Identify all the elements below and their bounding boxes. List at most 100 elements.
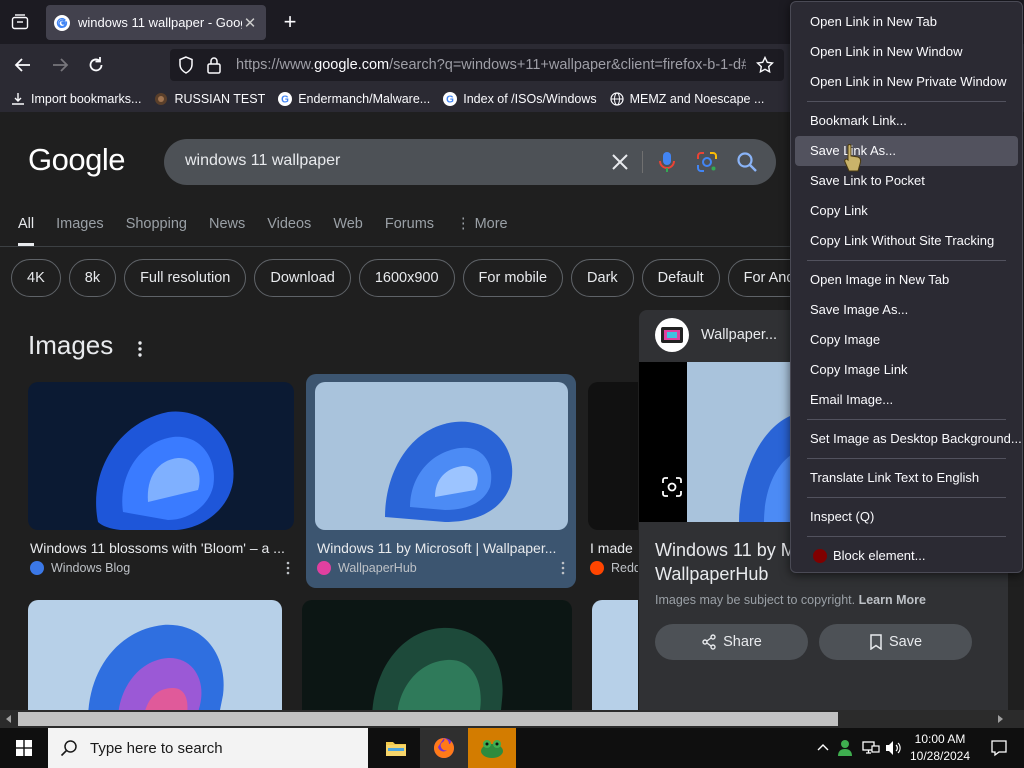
result-thumbnail[interactable] xyxy=(28,382,294,530)
lens-search-icon[interactable] xyxy=(661,476,683,498)
reload-icon[interactable] xyxy=(83,52,109,78)
lock-icon[interactable] xyxy=(206,56,222,74)
menu-open-link-new-window[interactable]: Open Link in New Window xyxy=(795,37,1018,67)
menu-email-image[interactable]: Email Image... xyxy=(795,385,1018,415)
learn-more-link[interactable]: Learn More xyxy=(859,593,926,607)
scroll-right-icon[interactable] xyxy=(994,713,1006,725)
result-thumbnail[interactable] xyxy=(302,600,572,710)
user-status-icon[interactable] xyxy=(836,738,854,758)
tab-web[interactable]: Web xyxy=(333,210,363,246)
bookmark-endermanch[interactable]: G Endermanch/Malware... xyxy=(277,91,430,107)
chip-dark[interactable]: Dark xyxy=(571,259,634,297)
menu-inspect[interactable]: Inspect (Q) xyxy=(795,502,1018,532)
menu-open-image-new-tab[interactable]: Open Image in New Tab xyxy=(795,265,1018,295)
more-vert-icon[interactable] xyxy=(284,561,292,575)
menu-translate-link-text[interactable]: Translate Link Text to English xyxy=(795,463,1018,493)
result-thumbnail[interactable] xyxy=(28,600,282,710)
image-result-card[interactable] xyxy=(28,600,282,710)
firefox-icon[interactable] xyxy=(420,728,468,768)
menu-block-element[interactable]: Block element... xyxy=(795,541,1018,571)
more-vert-icon[interactable] xyxy=(134,340,146,358)
forward-icon[interactable] xyxy=(47,52,73,78)
menu-save-link-as[interactable]: Save Link As... xyxy=(795,136,1018,166)
share-button[interactable]: Share xyxy=(655,624,808,660)
tab-more[interactable]: ⋮ More xyxy=(456,210,508,246)
clock[interactable]: 10:00 AM 10/28/2024 xyxy=(906,731,974,765)
horizontal-scrollbar[interactable] xyxy=(0,710,1024,728)
tab-close-icon[interactable]: ✕ xyxy=(242,14,258,32)
tab-forums[interactable]: Forums xyxy=(385,210,434,246)
menu-separator xyxy=(807,260,1006,261)
wallpaperhub-logo[interactable] xyxy=(655,318,689,352)
bookmark-russian-test[interactable]: RUSSIAN TEST xyxy=(153,91,265,107)
result-title[interactable]: Windows 11 blossoms with 'Bloom' – a ... xyxy=(30,540,294,556)
tab-all[interactable]: All xyxy=(18,210,35,246)
image-result-card[interactable]: Windows 11 blossoms with 'Bloom' – a ...… xyxy=(28,382,296,582)
game-app-icon[interactable] xyxy=(468,728,516,768)
bookmark-import[interactable]: Import bookmarks... xyxy=(10,91,141,107)
result-source[interactable]: Redd xyxy=(590,561,638,575)
menu-open-link-private-window[interactable]: Open Link in New Private Window xyxy=(795,67,1018,97)
menu-set-desktop-background[interactable]: Set Image as Desktop Background... xyxy=(795,424,1022,454)
chip-8k[interactable]: 8k xyxy=(68,259,117,297)
volume-icon[interactable] xyxy=(885,740,903,756)
windows-start-icon[interactable] xyxy=(0,728,48,768)
menu-copy-link-without-tracking[interactable]: Copy Link Without Site Tracking xyxy=(795,226,1018,256)
menu-copy-link[interactable]: Copy Link xyxy=(795,196,1018,226)
image-result-card[interactable]: I made I Redd xyxy=(588,382,638,582)
chip-full-resolution[interactable]: Full resolution xyxy=(124,259,247,297)
result-thumbnail[interactable] xyxy=(592,600,638,710)
bookmark-isos[interactable]: G Index of /ISOs/Windows xyxy=(442,91,597,107)
bookmark-memz[interactable]: MEMZ and Noescape ... xyxy=(609,91,764,107)
tracking-protection-icon[interactable] xyxy=(178,56,194,74)
menu-copy-image-link[interactable]: Copy Image Link xyxy=(795,355,1018,385)
menu-bookmark-link[interactable]: Bookmark Link... xyxy=(795,106,1018,136)
google-logo[interactable]: Google xyxy=(28,142,125,178)
result-source[interactable]: WallpaperHub xyxy=(317,561,417,575)
search-query[interactable]: windows 11 wallpaper xyxy=(185,152,340,170)
menu-copy-image[interactable]: Copy Image xyxy=(795,325,1018,355)
image-result-card[interactable] xyxy=(302,600,572,710)
tab-list-icon[interactable] xyxy=(6,10,34,34)
tab-videos[interactable]: Videos xyxy=(267,210,311,246)
menu-save-link-to-pocket[interactable]: Save Link to Pocket xyxy=(795,166,1018,196)
more-vert-icon[interactable] xyxy=(559,561,567,575)
chip-4k[interactable]: 4K xyxy=(11,259,61,297)
save-button[interactable]: Save xyxy=(819,624,972,660)
chip-for-mobile[interactable]: For mobile xyxy=(462,259,564,297)
back-icon[interactable] xyxy=(10,52,36,78)
bookmark-star-icon[interactable] xyxy=(752,52,778,78)
preview-site-name[interactable]: Wallpaper... xyxy=(701,327,777,343)
tab-images[interactable]: Images xyxy=(56,210,104,246)
result-title[interactable]: Windows 11 by Microsoft | Wallpaper... xyxy=(317,540,567,556)
chip-1600x900[interactable]: 1600x900 xyxy=(358,259,455,297)
clear-icon[interactable] xyxy=(607,149,633,175)
search-icon[interactable] xyxy=(735,150,759,174)
search-input[interactable]: windows 11 wallpaper xyxy=(164,139,776,185)
result-source[interactable]: Windows Blog xyxy=(30,561,130,575)
browser-tab-active[interactable]: windows 11 wallpaper - Google ✕ xyxy=(46,5,266,40)
image-result-card[interactable] xyxy=(592,600,638,710)
network-icon[interactable] xyxy=(862,740,880,756)
chip-download[interactable]: Download xyxy=(254,259,351,297)
menu-open-link-new-tab[interactable]: Open Link in New Tab xyxy=(795,7,1018,37)
taskbar-search-box[interactable]: Type here to search xyxy=(48,728,368,768)
scroll-left-icon[interactable] xyxy=(3,713,15,725)
result-thumbnail[interactable] xyxy=(315,382,568,530)
menu-save-image-as[interactable]: Save Image As... xyxy=(795,295,1018,325)
image-result-card-selected[interactable]: Windows 11 by Microsoft | Wallpaper... W… xyxy=(315,382,571,582)
file-explorer-icon[interactable] xyxy=(372,728,420,768)
scrollbar-thumb[interactable] xyxy=(18,712,838,726)
tab-shopping[interactable]: Shopping xyxy=(126,210,187,246)
result-title[interactable]: I made I xyxy=(590,540,638,556)
microphone-icon[interactable] xyxy=(656,150,678,174)
google-lens-icon[interactable] xyxy=(695,150,719,174)
result-thumbnail[interactable] xyxy=(588,382,638,530)
notifications-icon[interactable] xyxy=(990,739,1008,757)
url-bar[interactable]: https://www.google.com/search?q=windows+… xyxy=(170,49,784,81)
chip-default[interactable]: Default xyxy=(641,259,720,297)
tab-news[interactable]: News xyxy=(209,210,245,246)
new-tab-button[interactable]: + xyxy=(278,8,302,36)
bookmark-label: RUSSIAN TEST xyxy=(174,92,266,106)
chevron-up-icon[interactable] xyxy=(816,741,830,755)
